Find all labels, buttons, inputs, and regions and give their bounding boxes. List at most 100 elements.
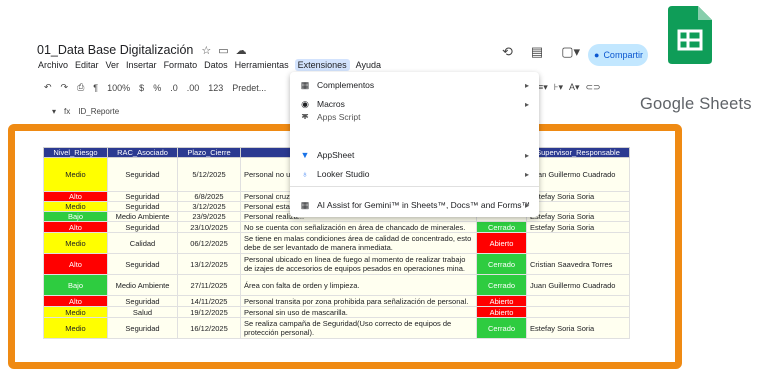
menu-item-looker-studio[interactable]: ♁ Looker Studio ▸ xyxy=(290,165,539,183)
cell-nivel-riesgo[interactable]: Medio xyxy=(43,201,108,212)
cell-rac-asociado[interactable]: Salud xyxy=(107,306,178,318)
formula-input[interactable]: ID_Reporte xyxy=(78,107,119,116)
cell-descripcion[interactable]: Personal ubicado en línea de fuego al mo… xyxy=(240,253,477,275)
cell-supervisor[interactable]: Estefay Soria Soria xyxy=(526,211,630,222)
cell-plazo-cierre[interactable]: 6/8/2025 xyxy=(177,191,241,202)
more-formats-button[interactable]: 123 xyxy=(208,83,223,93)
menu-herramientas[interactable]: Herramientas xyxy=(234,59,290,71)
share-button[interactable]: ● Compartir xyxy=(588,44,648,66)
cell-plazo-cierre[interactable]: 13/12/2025 xyxy=(177,253,241,275)
menu-ayuda[interactable]: Ayuda xyxy=(355,59,382,71)
increase-decimal-button[interactable]: .00 xyxy=(187,83,200,93)
cell-estado[interactable]: Cerrado xyxy=(476,317,527,339)
header-nivel-riesgo[interactable]: Nivel_Riesgo xyxy=(43,147,108,158)
percent-button[interactable]: % xyxy=(153,83,161,93)
cell-rac-asociado[interactable]: Calidad xyxy=(107,232,178,254)
cell-estado[interactable]: Cerrado xyxy=(476,253,527,275)
text-rotate-icon[interactable]: ⊦▾ xyxy=(554,82,563,93)
menu-editar[interactable]: Editar xyxy=(74,59,100,71)
redo-icon[interactable]: ↷ xyxy=(61,82,69,93)
cell-descripcion[interactable]: Personal sin uso de mascarilla. xyxy=(240,306,477,318)
cell-descripcion[interactable]: Se tiene en malas condiciones área de ca… xyxy=(240,232,477,254)
menu-formato[interactable]: Formato xyxy=(163,59,199,71)
cell-supervisor[interactable]: Estefay Soria Soria xyxy=(526,191,630,202)
cell-estado[interactable]: Abierto xyxy=(476,306,527,318)
align-icon[interactable]: ≡▾ xyxy=(538,82,548,93)
menu-extensiones[interactable]: Extensiones xyxy=(294,59,350,71)
cell-descripcion[interactable]: No se cuenta con señalización en área de… xyxy=(240,221,477,233)
zoom-select[interactable]: 100% xyxy=(107,83,130,93)
cell-supervisor[interactable]: Juan Guillermo Cuadrado xyxy=(526,157,630,192)
meet-icon[interactable]: ▢▾ xyxy=(561,44,580,60)
cell-descripcion[interactable]: Área con falta de orden y limpieza. xyxy=(240,274,477,296)
menu-item-appsheet[interactable]: ▼ AppSheet ▸ xyxy=(290,146,539,164)
header-supervisor-responsable[interactable]: Supervisor_Responsable xyxy=(526,147,630,158)
cell-rac-asociado[interactable]: Seguridad xyxy=(107,317,178,339)
menu-item-ai-assist[interactable]: ▦ AI Assist for Gemini™ in Sheets™, Docs… xyxy=(290,196,539,214)
cell-plazo-cierre[interactable]: 23/10/2025 xyxy=(177,221,241,233)
currency-button[interactable]: $ xyxy=(139,83,144,93)
cell-plazo-cierre[interactable]: 19/12/2025 xyxy=(177,306,241,318)
cell-nivel-riesgo[interactable]: Alto xyxy=(43,221,108,233)
menu-insertar[interactable]: Insertar xyxy=(125,59,158,71)
cell-supervisor[interactable] xyxy=(526,232,630,254)
cell-rac-asociado[interactable]: Medio Ambiente xyxy=(107,211,178,222)
comments-icon[interactable]: ▤ xyxy=(531,44,543,60)
cell-supervisor[interactable] xyxy=(526,295,630,307)
link-icon[interactable]: ⊂⊃ xyxy=(586,82,601,93)
cell-nivel-riesgo[interactable]: Medio xyxy=(43,306,108,318)
menu-item-complementos[interactable]: ▦ Complementos ▸ xyxy=(290,76,539,94)
cell-nivel-riesgo[interactable]: Bajo xyxy=(43,211,108,222)
cell-supervisor[interactable] xyxy=(526,306,630,318)
cell-estado[interactable]: Abierto xyxy=(476,295,527,307)
cell-supervisor[interactable]: Cristian Saavedra Torres xyxy=(526,253,630,275)
cell-plazo-cierre[interactable]: 23/9/2025 xyxy=(177,211,241,222)
cell-nivel-riesgo[interactable]: Bajo xyxy=(43,274,108,296)
cell-plazo-cierre[interactable]: 14/11/2025 xyxy=(177,295,241,307)
cell-nivel-riesgo[interactable]: Alto xyxy=(43,253,108,275)
paint-format-icon[interactable]: ¶ xyxy=(93,83,98,93)
cell-nivel-riesgo[interactable]: Medio xyxy=(43,157,108,192)
cell-rac-asociado[interactable]: Seguridad xyxy=(107,295,178,307)
cell-nivel-riesgo[interactable]: Medio xyxy=(43,232,108,254)
cell-estado[interactable]: Abierto xyxy=(476,232,527,254)
cell-estado[interactable]: Cerrado xyxy=(476,274,527,296)
cell-nivel-riesgo[interactable]: Medio xyxy=(43,317,108,339)
menu-item-macros[interactable]: ◉ Macros ▸ xyxy=(290,95,539,113)
cell-plazo-cierre[interactable]: 16/12/2025 xyxy=(177,317,241,339)
decrease-decimal-button[interactable]: .0 xyxy=(170,83,178,93)
cell-rac-asociado[interactable]: Medio Ambiente xyxy=(107,274,178,296)
menu-archivo[interactable]: Archivo xyxy=(37,59,69,71)
menu-datos[interactable]: Datos xyxy=(203,59,229,71)
text-color-icon[interactable]: A▾ xyxy=(569,82,580,93)
cell-supervisor[interactable] xyxy=(526,201,630,212)
cell-rac-asociado[interactable]: Seguridad xyxy=(107,201,178,212)
cell-descripcion[interactable]: Personal transita por zona prohibida par… xyxy=(240,295,477,307)
header-rac-asociado[interactable]: RAC_Asociado xyxy=(107,147,178,158)
print-icon[interactable]: ⎙ xyxy=(77,82,84,93)
cell-plazo-cierre[interactable]: 27/11/2025 xyxy=(177,274,241,296)
cell-supervisor[interactable]: Estefay Soria Soria xyxy=(526,221,630,233)
cell-rac-asociado[interactable]: Seguridad xyxy=(107,253,178,275)
cell-rac-asociado[interactable]: Seguridad xyxy=(107,191,178,202)
cell-supervisor[interactable]: Juan Guillermo Cuadrado xyxy=(526,274,630,296)
cell-descripcion[interactable]: Se realiza campaña de Seguridad(Uso corr… xyxy=(240,317,477,339)
undo-icon[interactable]: ↶ xyxy=(44,82,52,93)
document-title[interactable]: 01_Data Base Digitalización xyxy=(37,43,193,57)
menu-ver[interactable]: Ver xyxy=(105,59,121,71)
chevron-down-icon[interactable]: ▾ xyxy=(52,107,56,116)
cell-rac-asociado[interactable]: Seguridad xyxy=(107,221,178,233)
cell-plazo-cierre[interactable]: 3/12/2025 xyxy=(177,201,241,212)
star-icon[interactable]: ☆ xyxy=(201,44,211,57)
cell-nivel-riesgo[interactable]: Alto xyxy=(43,191,108,202)
cell-plazo-cierre[interactable]: 06/12/2025 xyxy=(177,232,241,254)
cell-nivel-riesgo[interactable]: Alto xyxy=(43,295,108,307)
menu-item-apps-script[interactable]: ✱ Apps Script xyxy=(290,114,539,122)
cell-supervisor[interactable]: Estefay Soria Soria xyxy=(526,317,630,339)
history-icon[interactable]: ⟲ xyxy=(502,44,513,60)
cell-plazo-cierre[interactable]: 5/12/2025 xyxy=(177,157,241,192)
folder-icon[interactable]: ▭ xyxy=(218,44,228,57)
cell-rac-asociado[interactable]: Seguridad xyxy=(107,157,178,192)
font-select[interactable]: Predet... xyxy=(232,83,266,93)
header-plazo-cierre[interactable]: Plazo_Cierre xyxy=(177,147,241,158)
